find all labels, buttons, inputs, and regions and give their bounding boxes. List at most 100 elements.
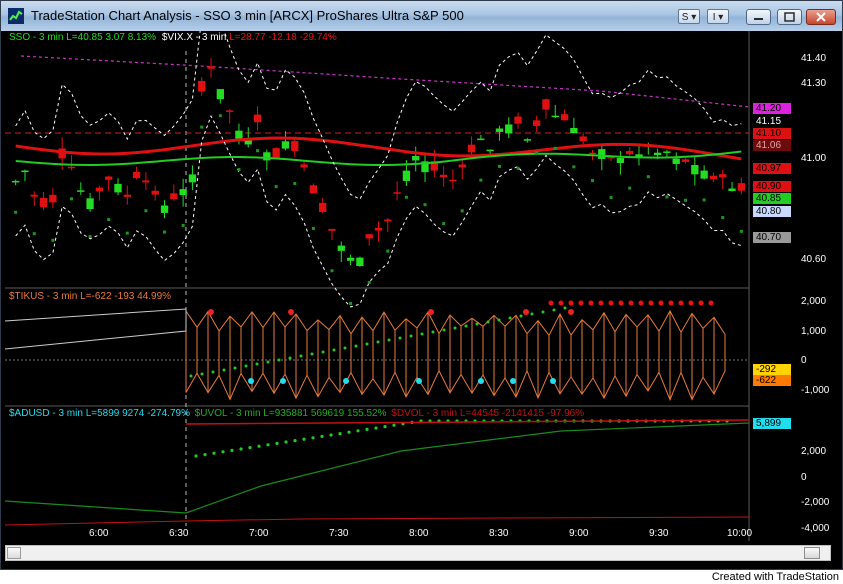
price-tag-text: 40.80 xyxy=(756,206,782,217)
tick-tag-text: -622 xyxy=(756,375,777,386)
candle-body xyxy=(393,192,401,194)
price-tag-text: 41.20 xyxy=(756,103,782,114)
footer-credit: Created with TradeStation xyxy=(711,571,839,583)
tick-extreme-marker xyxy=(588,300,594,306)
adusd-legend-change: 9274 xyxy=(122,408,145,419)
scroll-thumb[interactable] xyxy=(804,547,820,559)
chart-canvas[interactable] xyxy=(1,31,842,543)
candle-body xyxy=(67,166,76,169)
tick-trend-dot xyxy=(409,334,413,338)
tick-trend-dot xyxy=(365,342,369,346)
candle-body xyxy=(402,170,411,181)
candle-body xyxy=(328,228,336,231)
uvol-dot xyxy=(239,447,243,451)
maximize-button[interactable] xyxy=(777,9,802,25)
candle-body xyxy=(337,245,345,251)
candle-body xyxy=(309,185,318,194)
price-tag-text: 41.10 xyxy=(756,128,782,139)
title-bar[interactable]: TradeStation Chart Analysis - SSO 3 min … xyxy=(1,1,842,32)
tick-trend-dot xyxy=(255,362,259,366)
price-tag-40.70: 40.70 xyxy=(753,232,791,243)
candle-body xyxy=(114,183,122,193)
tick-trend-dot xyxy=(508,316,512,320)
dot-marker xyxy=(237,168,241,172)
price-tag-40.85: 40.85 xyxy=(753,193,791,204)
dot-marker xyxy=(386,249,390,253)
uvol-dot xyxy=(374,426,378,430)
dot-marker xyxy=(609,196,613,200)
dot-marker xyxy=(181,223,185,227)
close-button[interactable] xyxy=(806,9,836,25)
tick-trend-dot xyxy=(475,322,479,326)
time-label-830: 8:30 xyxy=(489,528,509,539)
sso-legend-pct: 8.13% xyxy=(127,32,157,43)
tick-low-marker xyxy=(248,378,254,384)
candle-body xyxy=(691,165,699,175)
candle-body xyxy=(579,136,587,142)
uvol-dot xyxy=(194,454,198,458)
dot-marker xyxy=(739,229,743,233)
candle-body xyxy=(49,194,57,203)
dot-marker xyxy=(293,182,297,186)
tick-trend-dot xyxy=(266,360,270,364)
dot-marker xyxy=(516,166,520,170)
candle-body xyxy=(160,205,169,213)
close-icon xyxy=(816,12,826,22)
tick-high-marker xyxy=(568,309,574,315)
dvol-legend-name: $DVOL - 3 min xyxy=(391,408,458,419)
candle-body xyxy=(142,180,150,183)
scroll-left-button[interactable] xyxy=(7,547,21,559)
dot-marker xyxy=(14,210,18,214)
uvol-dot xyxy=(311,436,315,440)
candle-body xyxy=(570,128,578,134)
sso-legend-last: L=40.85 xyxy=(66,32,103,43)
s-menu-button[interactable]: S ▾ xyxy=(678,9,700,24)
minimize-button[interactable] xyxy=(746,9,771,25)
candle-body xyxy=(39,197,48,208)
candle-body xyxy=(151,190,159,195)
upper-band-line xyxy=(15,31,742,200)
candle-body xyxy=(198,80,206,92)
adusd-legend-pct: -274.79% xyxy=(147,408,190,419)
i-menu-button[interactable]: I ▾ xyxy=(707,9,729,24)
dot-marker xyxy=(218,114,222,118)
tick-trend-dot xyxy=(222,368,226,372)
horizontal-scrollbar[interactable] xyxy=(5,545,831,561)
candle-body xyxy=(505,124,513,134)
candle-body xyxy=(384,219,392,222)
candle-body xyxy=(12,180,20,183)
window-title: TradeStation Chart Analysis - SSO 3 min … xyxy=(31,8,464,23)
candle-body xyxy=(477,138,485,141)
price-tag-text: 40.70 xyxy=(756,232,782,243)
tick-trend-dot xyxy=(189,374,193,378)
vix-legend-name: $VIX.X - 3 min xyxy=(161,32,227,43)
dot-marker xyxy=(125,231,129,235)
candle-body xyxy=(626,150,634,155)
dot-marker xyxy=(107,218,111,222)
tick-extreme-marker xyxy=(558,300,564,306)
candle-body xyxy=(588,152,597,155)
tick-axis-2000: 2,000 xyxy=(801,296,827,307)
candle-body xyxy=(235,130,243,139)
dot-marker xyxy=(349,301,353,305)
time-label-800: 8:00 xyxy=(409,528,429,539)
i-menu-label: I xyxy=(712,12,716,23)
time-label-1000: 10:00 xyxy=(727,528,753,539)
candle-body xyxy=(449,179,457,182)
dot-marker xyxy=(535,151,539,155)
sso-legend-change: 3.07 xyxy=(105,32,125,43)
adusd-legend-last: L=5899 xyxy=(85,408,120,419)
dot-marker xyxy=(69,197,73,201)
chart-area[interactable]: SSO - 3 min L=40.85 3.07 8.13% $VIX.X - … xyxy=(1,31,842,569)
tick-low-marker xyxy=(550,378,556,384)
tick-axis-neg1000: -1,000 xyxy=(801,385,830,396)
sso-legend-name: SSO - 3 min xyxy=(9,32,64,43)
tick-trend-dot xyxy=(497,318,501,322)
breadth-tag-text: 5,899 xyxy=(756,418,782,429)
tick-trend-dot xyxy=(486,320,490,324)
price-tag-41.20: 41.20 xyxy=(753,103,791,114)
dot-marker xyxy=(684,198,688,202)
candle-body xyxy=(523,139,532,141)
candle-body xyxy=(412,155,420,161)
candle-body xyxy=(225,110,234,112)
